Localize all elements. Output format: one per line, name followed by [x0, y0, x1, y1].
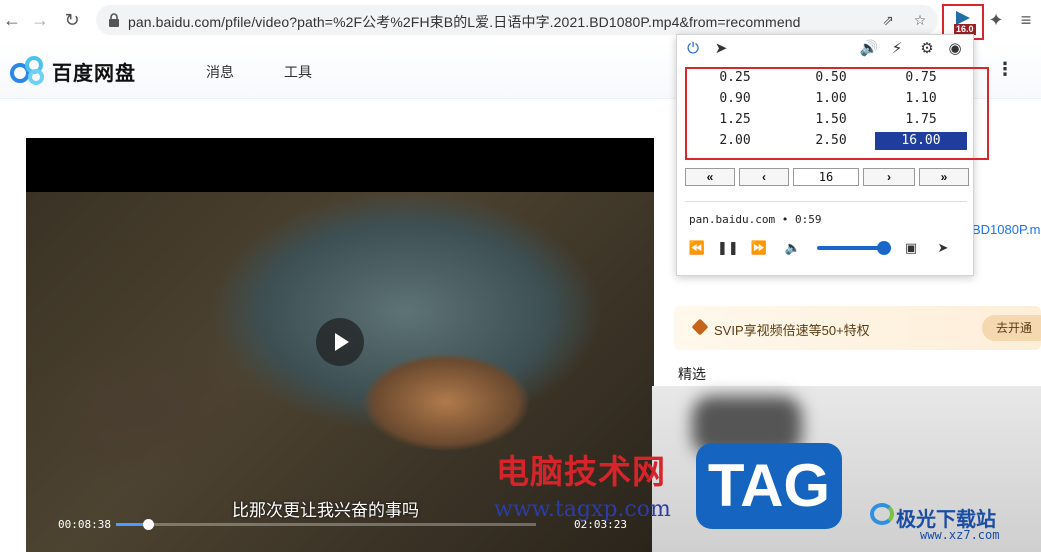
video-subtitle: 比那次更让我兴奋的事吗	[232, 501, 419, 520]
github-icon[interactable]: ◉	[945, 39, 965, 59]
url-text: pan.baidu.com/pfile/video?path=%2F公考%2FH…	[128, 14, 801, 30]
svip-banner: SVIP享视频倍速等50+特权 去开通	[674, 306, 1041, 350]
bookmark-star-icon[interactable]: ☆	[910, 10, 930, 30]
mute-icon[interactable]: 🔈	[783, 238, 803, 258]
popup-toolbar: ⏻ ➤ 🔊 ⚡ ⚙ ◉	[677, 35, 975, 63]
more-vertical-icon[interactable]: ⋮	[996, 59, 1014, 80]
step-backward-button[interactable]: ‹	[739, 168, 789, 186]
watermark-tag-logo: TAG	[696, 443, 842, 529]
step-forward-button[interactable]: ›	[863, 168, 915, 186]
play-triangle-icon	[956, 11, 970, 25]
power-icon[interactable]: ⏻	[683, 39, 703, 59]
speed-value-field[interactable]: 16	[793, 168, 859, 186]
svip-open-button[interactable]: 去开通	[982, 315, 1041, 341]
picture-in-picture-icon[interactable]: ▣	[901, 238, 921, 258]
progress-bar[interactable]	[116, 519, 536, 530]
jiguang-logo-icon	[870, 503, 894, 525]
baidu-netdisk-logo	[10, 56, 44, 85]
back-arrow-icon[interactable]: ←	[0, 8, 24, 32]
speed-grid-highlight	[685, 67, 989, 160]
fast-forward-icon[interactable]: ⏩	[749, 238, 769, 258]
media-info: pan.baidu.com • 0:59	[689, 213, 822, 226]
reading-list-icon[interactable]: ≡	[1014, 8, 1038, 32]
speed-step-controls: « ‹ 16 › »	[685, 168, 969, 186]
current-time: 00:08:38	[58, 518, 111, 531]
menu-tools[interactable]: 工具	[284, 62, 312, 82]
lock-icon	[109, 13, 119, 27]
pause-icon[interactable]: ❚❚	[717, 238, 739, 258]
watermark-jiguang-url: www.xz7.com	[920, 528, 1000, 542]
reload-icon[interactable]: ↻	[60, 8, 84, 32]
cursor-icon[interactable]: ➤	[933, 238, 953, 258]
forward-arrow-icon[interactable]: →	[28, 8, 52, 32]
play-button[interactable]	[316, 318, 364, 366]
extensions-puzzle-icon[interactable]: ✦	[984, 8, 1008, 32]
watermark-site-url: www.tagxp.com	[494, 497, 671, 522]
svip-text: SVIP享视频倍速等50+特权	[714, 323, 870, 338]
diamond-icon	[691, 318, 709, 336]
section-title: 精选	[678, 366, 706, 382]
step-fast-forward-button[interactable]: »	[919, 168, 969, 186]
menu-messages[interactable]: 消息	[206, 62, 234, 82]
media-controls: ⏪ ❚❚ ⏩ 🔈 ▣ ➤	[687, 236, 967, 260]
volume-slider[interactable]	[817, 241, 891, 255]
share-icon[interactable]: ⇗	[878, 10, 898, 30]
step-fast-backward-button[interactable]: «	[685, 168, 735, 186]
gear-icon[interactable]: ⚙	[917, 39, 937, 59]
brand-name: 百度网盘	[52, 63, 136, 85]
address-bar[interactable]: pan.baidu.com/pfile/video?path=%2F公考%2FH…	[96, 5, 938, 35]
volume-knob[interactable]	[876, 241, 891, 255]
file-title-fragment[interactable]: BD1080P.m	[972, 222, 1040, 237]
volume-icon[interactable]: 🔊	[859, 39, 879, 59]
popup-divider	[685, 201, 967, 202]
watermark-site-name: 电脑技术网	[496, 452, 666, 491]
rewind-icon[interactable]: ⏪	[687, 238, 707, 258]
pin-icon[interactable]: ➤	[711, 39, 731, 59]
lightning-icon[interactable]: ⚡	[887, 39, 907, 59]
